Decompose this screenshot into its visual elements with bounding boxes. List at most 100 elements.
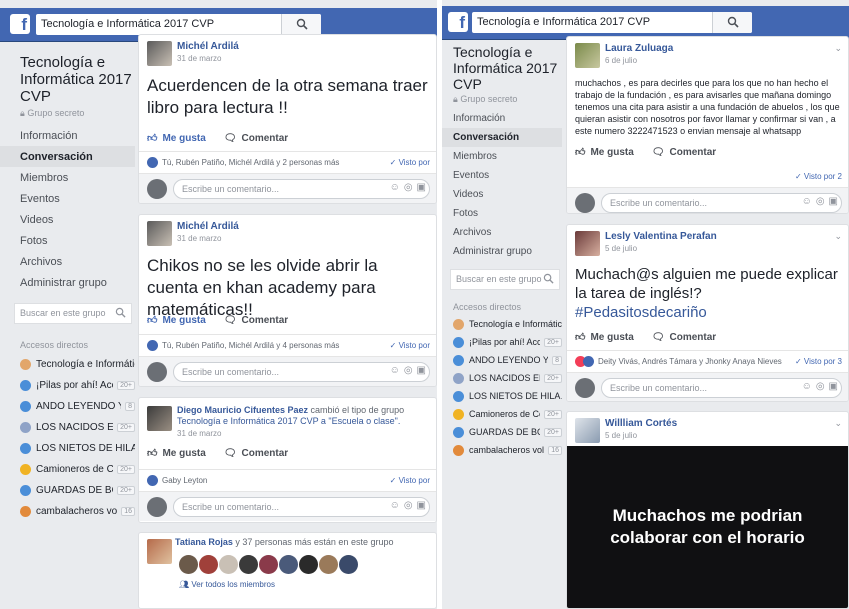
nav-eventos[interactable]: Eventos: [442, 166, 562, 185]
reactions-bar[interactable]: Gaby Leyton ✓ Visto por: [139, 469, 436, 491]
seen-by[interactable]: ✓ Visto por 3: [795, 357, 842, 366]
like-button[interactable]: 👍︎ Me gusta: [575, 146, 634, 159]
avatar[interactable]: [239, 555, 258, 574]
search-input[interactable]: Tecnología e Informática 2017 CVP: [472, 12, 752, 33]
avatar[interactable]: [575, 418, 600, 443]
post-author[interactable]: Diego Mauricio Cifuentes Paez: [177, 405, 308, 415]
nav-administrar-grupo[interactable]: Administrar grupo: [442, 242, 562, 261]
reactions-bar[interactable]: ✓ Visto por 2: [567, 165, 848, 187]
comment-button[interactable]: 🗨︎ Comentar: [224, 133, 288, 144]
nav-archivos[interactable]: Archivos: [442, 223, 562, 242]
reactions-text[interactable]: Gaby Leyton: [162, 476, 207, 485]
like-button[interactable]: 👍︎ Me gusta: [147, 132, 206, 145]
camera-icon[interactable]: ◎: [404, 365, 413, 376]
avatar[interactable]: [279, 555, 298, 574]
reactions-text[interactable]: Tú, Rubén Patiño, Michél Ardilá y 2 pers…: [162, 158, 339, 167]
shortcut-item[interactable]: ANDO LEYENDO Y …8: [442, 351, 562, 369]
gif-icon[interactable]: ▣: [417, 500, 426, 511]
post-author[interactable]: Laura Zuluaga: [605, 43, 673, 54]
shortcut-item[interactable]: Tecnología e Informátic…: [442, 315, 562, 333]
group-search-input[interactable]: Buscar en este grupo: [14, 303, 132, 324]
nav-fotos[interactable]: Fotos: [0, 230, 135, 251]
shortcut-item[interactable]: ¡Pilas por ahí! Acci…20+: [0, 375, 135, 396]
chevron-down-icon[interactable]: ⌄: [834, 231, 842, 242]
reactions-text[interactable]: Tú, Rubén Patiño, Michél Ardilá y 4 pers…: [162, 341, 339, 350]
shortcut-item[interactable]: LOS NACIDOS EN…20+: [0, 417, 135, 438]
avatar[interactable]: [219, 555, 238, 574]
gif-icon[interactable]: ▣: [417, 365, 426, 376]
avatar[interactable]: [179, 555, 198, 574]
group-title[interactable]: Tecnología e Informática 2017 CVP: [442, 44, 562, 92]
shortcut-item[interactable]: Camioneros de Col…20+: [0, 459, 135, 480]
emoji-icon[interactable]: ☺: [390, 182, 400, 193]
nav-videos[interactable]: Videos: [0, 209, 135, 230]
post-date[interactable]: 5 de julio: [605, 244, 637, 253]
post-date[interactable]: 31 de marzo: [177, 54, 221, 63]
nav-conversacion[interactable]: Conversación: [442, 128, 562, 147]
post-date[interactable]: 5 de julio: [605, 431, 637, 440]
reactions-bar[interactable]: Tú, Rubén Patiño, Michél Ardilá y 4 pers…: [139, 334, 436, 356]
like-button[interactable]: 👍︎ Me gusta: [147, 314, 206, 327]
nav-conversacion[interactable]: Conversación: [0, 146, 135, 167]
avatar[interactable]: [147, 221, 172, 246]
shortcut-item[interactable]: ANDO LEYENDO Y …8: [0, 396, 135, 417]
shortcut-item[interactable]: Tecnología e Informátic…: [0, 354, 135, 375]
shortcut-item[interactable]: cambalacheros volk…16: [0, 501, 135, 522]
search-button[interactable]: [281, 14, 321, 35]
shortcut-item[interactable]: GUARDAS DE BO… 20+: [442, 423, 562, 441]
comment-button[interactable]: 🗨︎ Comentar: [224, 448, 288, 459]
facebook-logo-icon[interactable]: f: [448, 12, 468, 32]
chevron-down-icon[interactable]: ⌄: [834, 43, 842, 54]
gif-icon[interactable]: ▣: [417, 182, 426, 193]
post-author[interactable]: Willliam Cortés: [605, 418, 677, 429]
avatar[interactable]: [259, 555, 278, 574]
nav-miembros[interactable]: Miembros: [0, 167, 135, 188]
chevron-down-icon[interactable]: ⌄: [834, 418, 842, 429]
nav-informacion[interactable]: Información: [442, 109, 562, 128]
like-button[interactable]: 👍︎ Me gusta: [147, 447, 206, 460]
nav-administrar-grupo[interactable]: Administrar grupo: [0, 272, 135, 293]
seen-by[interactable]: ✓ Visto por: [390, 476, 430, 485]
post-author[interactable]: Michél Ardilá: [177, 41, 239, 52]
emoji-icon[interactable]: ☺: [802, 196, 812, 207]
seen-by[interactable]: ✓ Visto por: [390, 341, 430, 350]
seen-by[interactable]: ✓ Visto por 2: [795, 172, 842, 181]
emoji-icon[interactable]: ☺: [390, 365, 400, 376]
comment-button[interactable]: 🗨︎ Comentar: [224, 315, 288, 326]
post-author[interactable]: Lesly Valentina Perafan: [605, 231, 717, 242]
nav-eventos[interactable]: Eventos: [0, 188, 135, 209]
avatar[interactable]: [575, 231, 600, 256]
facebook-logo-icon[interactable]: f: [10, 14, 30, 34]
comment-button[interactable]: 🗨︎ Comentar: [652, 147, 716, 158]
group-search-input[interactable]: Buscar en este grupo: [450, 269, 560, 290]
avatar[interactable]: [147, 406, 172, 431]
search-input[interactable]: Tecnología e Informática 2017 CVP: [36, 14, 321, 35]
reactions-text[interactable]: Deity Vivás, Andrés Támara y Jhonky Anay…: [598, 357, 782, 366]
nav-informacion[interactable]: Información: [0, 125, 135, 146]
camera-icon[interactable]: ◎: [404, 182, 413, 193]
avatar[interactable]: [575, 43, 600, 68]
like-button[interactable]: 👍︎ Me gusta: [575, 331, 634, 344]
shortcut-item[interactable]: LOS NACIDOS EN…20+: [442, 369, 562, 387]
shortcut-item[interactable]: GUARDAS DE BO… 20+: [0, 480, 135, 501]
nav-fotos[interactable]: Fotos: [442, 204, 562, 223]
shortcut-item[interactable]: cambalacheros volk…16: [442, 441, 562, 459]
shortcut-item[interactable]: ¡Pilas por ahí! Acci…20+: [442, 333, 562, 351]
shortcut-item[interactable]: Camioneros de Col…20+: [442, 405, 562, 423]
search-button[interactable]: [712, 12, 752, 33]
avatar[interactable]: [339, 555, 358, 574]
see-all-members-link[interactable]: 👥︎ Ver todos los miembros: [179, 580, 275, 589]
post-date[interactable]: 31 de marzo: [177, 429, 221, 438]
avatar[interactable]: [147, 41, 172, 66]
gif-icon[interactable]: ▣: [829, 196, 838, 207]
activity-detail[interactable]: Tecnología e Informática 2017 CVP a "Esc…: [177, 416, 400, 426]
camera-icon[interactable]: ◎: [816, 381, 825, 392]
nav-videos[interactable]: Videos: [442, 185, 562, 204]
reactions-bar[interactable]: Tú, Rubén Patiño, Michél Ardilá y 2 pers…: [139, 151, 436, 173]
avatar[interactable]: [319, 555, 338, 574]
nav-miembros[interactable]: Miembros: [442, 147, 562, 166]
avatar[interactable]: [147, 539, 172, 564]
post-date[interactable]: 31 de marzo: [177, 234, 221, 243]
post-hashtag[interactable]: #Pedasitosdecariño: [567, 303, 848, 322]
shortcut-item[interactable]: LOS NIETOS DE HILA…: [442, 387, 562, 405]
